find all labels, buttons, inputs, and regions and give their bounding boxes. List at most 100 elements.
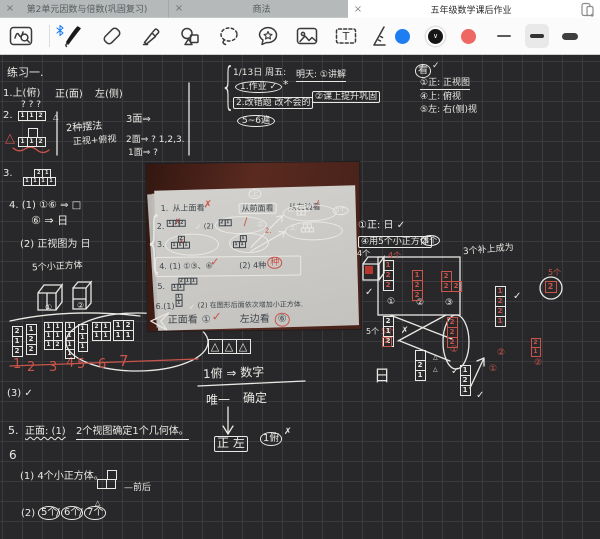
ink-note: 正面: (1) xyxy=(25,426,66,438)
ink-note: △ xyxy=(433,355,438,362)
ink-note: 4个 xyxy=(357,249,370,258)
ink-note: 3个补上成为 xyxy=(463,243,514,258)
ink-note: ① xyxy=(202,314,211,326)
tab-label: 五年级数学课后作业 xyxy=(368,3,574,16)
block-diagram: 211111 xyxy=(23,169,55,185)
ink-note: 2. xyxy=(3,110,13,122)
ink-note: 从前面看 xyxy=(239,203,277,215)
ink-note: 3 xyxy=(49,361,57,376)
block-diagram: 212 xyxy=(12,326,22,356)
ink-note: △ xyxy=(53,113,58,121)
ink-note: —前后 xyxy=(124,483,151,493)
color-swatch-red[interactable] xyxy=(461,29,476,44)
color-swatch-blue[interactable] xyxy=(395,29,410,44)
block-diagram: 122 xyxy=(26,324,36,354)
block-diagram xyxy=(297,206,309,214)
ink-note: ✓ xyxy=(476,390,484,402)
ink-note: △ xyxy=(5,132,15,147)
tab-bar: × 第2单元因数与倍数(巩固复习) × 商法 × 五年级数学课后作业 xyxy=(0,0,600,18)
block-diagram: 111112 xyxy=(44,322,62,349)
ink-note: 6 xyxy=(9,449,17,463)
ink-note: ✓ xyxy=(210,256,219,269)
shapes-tool-button[interactable] xyxy=(177,23,203,49)
block-diagram: 112 xyxy=(18,111,45,120)
block-diagram xyxy=(97,470,116,488)
ink-note: ②课上提升巩固 xyxy=(312,91,380,103)
stroke-width-medium[interactable] xyxy=(525,24,549,48)
block-diagram: 1111 xyxy=(65,322,74,358)
block-diagram: 121 xyxy=(460,365,470,395)
ink-note: ✓ xyxy=(195,223,202,232)
ink-note: ✗ xyxy=(204,199,213,211)
ink-note: 4. (1) ①③、⑥ xyxy=(159,261,213,271)
ink-note: 5~6遍 xyxy=(237,115,275,127)
ink-note: 4. (1) ①⑥ ⇒ □ xyxy=(9,200,81,212)
bluetooth-icon xyxy=(56,21,64,40)
block-diagram: 111 xyxy=(78,324,87,351)
ink-note: ✓ xyxy=(432,61,440,71)
eraser-tool-button[interactable] xyxy=(99,23,125,49)
block-diagram: 2 xyxy=(545,281,556,292)
ink-note: ③ xyxy=(445,298,453,308)
tab-unit2-factors[interactable]: × 第2单元因数与倍数(巩固复习) xyxy=(0,0,168,18)
image-tool-button[interactable] xyxy=(294,23,320,49)
ink-note: ② xyxy=(534,358,542,368)
block-diagram: 11 xyxy=(175,294,181,306)
text-tool-glyph: T xyxy=(342,30,350,43)
embedded-photo[interactable]: {1.从上面看✗上从前面看从左边看/2.✗✓(2)/①3.✗2.俯:上:5个4.… xyxy=(146,162,361,331)
stroke-width-thin[interactable] xyxy=(492,24,516,48)
ink-note: ✓ xyxy=(365,287,373,299)
block-diagram: 222 xyxy=(447,317,457,347)
ink-note: 正面看 xyxy=(168,315,198,327)
block-diagram: 21 xyxy=(219,219,231,225)
ink-note: ✓ xyxy=(451,366,459,378)
ink-note: 2. xyxy=(157,222,165,231)
ink-note: 正 左 xyxy=(214,436,248,452)
tab-label: 第2单元因数与倍数(巩固复习) xyxy=(20,2,168,15)
new-window-icon[interactable] xyxy=(574,1,600,18)
ink-note: 1.上(俯) xyxy=(3,88,40,100)
ruler-tool-button[interactable] xyxy=(372,23,386,49)
ink-note: (2) xyxy=(21,508,35,520)
text-tool-button[interactable]: T xyxy=(333,23,359,49)
ink-note: 5 xyxy=(77,358,85,373)
ink-note: 正视+俯视 xyxy=(73,134,117,147)
ink-note: ✓ xyxy=(212,310,222,324)
ink-note: 1. xyxy=(161,204,169,213)
tab-close-icon[interactable]: × xyxy=(348,4,368,15)
ink-note: * xyxy=(283,79,289,92)
lasso-tool-button[interactable] xyxy=(216,23,242,49)
ink-note: (1) 4个小正方体。 xyxy=(20,471,104,483)
ink-note: 确定 xyxy=(243,392,267,406)
color-swatch-black[interactable]: ∨ xyxy=(426,27,445,46)
tab-close-icon[interactable]: × xyxy=(169,3,189,14)
tab-shangfa[interactable]: × 商法 xyxy=(168,0,348,18)
inspect-tool-button[interactable] xyxy=(8,23,34,49)
ink-note: 4 xyxy=(66,357,74,372)
pen-tool-button[interactable] xyxy=(60,23,86,49)
tab-label: 商法 xyxy=(189,2,348,15)
ink-note: 7 xyxy=(119,353,129,370)
drawing-canvas[interactable]: {1.从上面看✗上从前面看从左边看/2.✗✓(2)/①3.✗2.俯:上:5个4.… xyxy=(0,55,600,539)
ink-note: ①正: 日 ✓ xyxy=(358,220,405,232)
ink-note: ⑥ ⇒ 日 xyxy=(31,215,68,228)
highlighter-tool-button[interactable] xyxy=(138,23,164,49)
ink-note: 1面⇒ ? xyxy=(128,148,158,158)
ink-note: (2) 正视图为 日 xyxy=(20,239,91,251)
ink-note: 2 xyxy=(27,361,35,376)
star-sticker-tool-button[interactable] xyxy=(255,23,281,49)
ink-note: (2) 在图形后面依次增加小正方体. xyxy=(198,300,303,309)
tab-close-icon[interactable]: × xyxy=(0,3,20,14)
ink-note: ✗ xyxy=(284,427,292,437)
ink-note: 2种摆法 xyxy=(66,121,103,135)
block-diagram: 122 xyxy=(383,260,393,290)
ink-note: 3. xyxy=(3,168,13,180)
ink-note: ② xyxy=(497,348,505,358)
ink-note: ⑥ xyxy=(275,313,290,327)
ink-note: / xyxy=(56,507,60,520)
ink-note: 5. xyxy=(8,425,19,438)
tab-grade5-homework[interactable]: × 五年级数学课后作业 xyxy=(348,0,600,18)
ink-note: 5. xyxy=(157,282,165,291)
stroke-width-thick[interactable] xyxy=(558,24,582,48)
ink-note: 练习一. xyxy=(7,67,44,80)
